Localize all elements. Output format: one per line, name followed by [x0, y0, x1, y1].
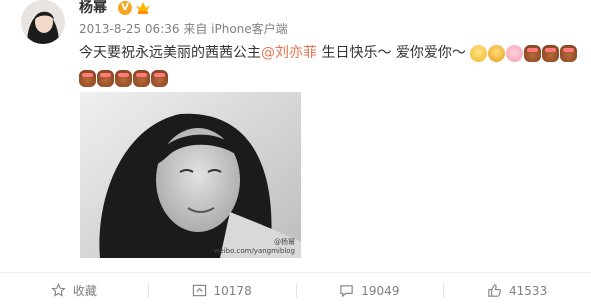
post-photo[interactable]: @杨幂 weibo.com/yangmiblog — [80, 92, 301, 258]
thumbs-up-icon — [488, 284, 501, 297]
post-text: 今天要祝永远美丽的茜茜公主@刘亦菲 生日快乐～ 爱你爱你～ — [79, 41, 579, 65]
cake-emoji-icon — [133, 70, 150, 87]
cake-emoji-icon — [151, 70, 168, 87]
repost-count: 10178 — [213, 283, 252, 298]
post-time[interactable]: 2013-8-25 06:36 — [79, 22, 180, 36]
pig-emoji-icon — [506, 44, 524, 62]
post-meta: 2013-8-25 06:36 来自 iPhone客户端 — [79, 22, 288, 36]
photo-watermark: @杨幂 weibo.com/yangmiblog — [213, 238, 295, 255]
username[interactable]: 杨幂 — [79, 0, 107, 16]
user-avatar[interactable] — [21, 0, 65, 44]
post-text-after: 生日快乐～ 爱你爱你～ — [317, 45, 466, 61]
like-count: 41533 — [509, 283, 548, 298]
star-icon — [51, 283, 66, 297]
post-text-before: 今天要祝永远美丽的茜茜公主 — [79, 45, 261, 61]
weibo-post: 杨幂 V 2013-8-25 06:36 来自 iPhone客户端 今天要祝永远… — [0, 0, 591, 308]
cake-emoji-icon — [115, 70, 132, 87]
emoji-row-2 — [79, 68, 169, 87]
mention-link[interactable]: @刘亦菲 — [261, 45, 317, 61]
comment-button[interactable]: 19049 — [295, 273, 444, 308]
post-source[interactable]: 来自 iPhone客户端 — [183, 22, 287, 36]
cake-emoji-icon — [97, 70, 114, 87]
cake-emoji-icon — [560, 44, 578, 62]
emoji-row-1 — [470, 41, 578, 65]
repost-icon — [192, 284, 206, 297]
like-button[interactable]: 41533 — [443, 273, 591, 308]
comment-icon — [340, 285, 353, 298]
favorite-button[interactable]: 收藏 — [0, 273, 148, 308]
repost-button[interactable]: 10178 — [147, 273, 296, 308]
vip-crown-icon[interactable] — [135, 0, 151, 15]
cake-emoji-icon — [79, 70, 96, 87]
comment-count: 19049 — [361, 283, 400, 298]
grin-emoji-icon — [488, 44, 506, 62]
action-bar: 收藏 10178 19049 41533 — [0, 273, 591, 308]
cake-emoji-icon — [542, 44, 560, 62]
smile-emoji-icon — [470, 44, 488, 62]
cake-emoji-icon — [524, 44, 542, 62]
favorite-label: 收藏 — [72, 284, 97, 298]
verified-badge-icon[interactable]: V — [118, 1, 132, 15]
